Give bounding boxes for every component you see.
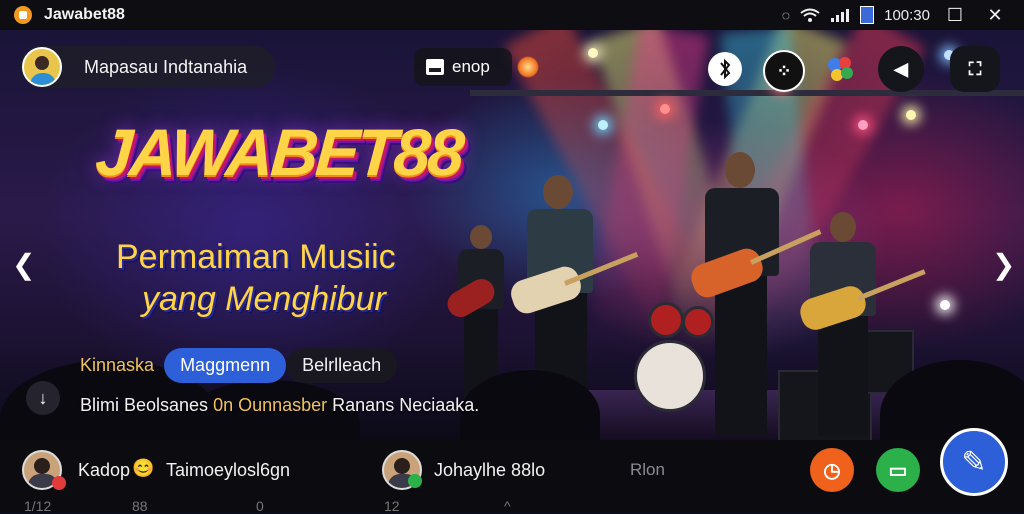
fullscreen-button[interactable]: ⛶ bbox=[950, 46, 1000, 92]
status-bar: Jawabet88 ◌ 100:30 ☐ ✕ bbox=[0, 0, 1024, 30]
profile-name: Mapasau Indtanahia bbox=[84, 56, 248, 77]
chat-button[interactable]: ▭ bbox=[876, 448, 920, 492]
wifi-icon bbox=[800, 8, 820, 22]
fullscreen-icon: ⛶ bbox=[968, 58, 982, 79]
hero-title: JAWABET88 bbox=[93, 115, 465, 189]
app-icon bbox=[14, 6, 32, 24]
user1-caption: Taimoeylosl6gn bbox=[166, 460, 291, 480]
clock: 100:30 bbox=[884, 6, 930, 24]
bluetooth-icon bbox=[708, 52, 742, 86]
battery-icon bbox=[860, 6, 875, 24]
chevron-left-icon[interactable]: ❮ bbox=[12, 248, 35, 281]
edit-fab[interactable]: ✎ bbox=[940, 428, 1008, 496]
arrow-down-icon: ↓ bbox=[38, 387, 48, 408]
grid-button[interactable]: ⁘ bbox=[763, 50, 805, 92]
smile-icon: 😊 bbox=[132, 458, 155, 478]
tag-belrlleach[interactable]: Belrlleach bbox=[286, 347, 398, 383]
maps-button[interactable] bbox=[822, 50, 860, 88]
bluetooth-button[interactable] bbox=[706, 50, 744, 88]
hero-subtitle-line2: yang Menghibur bbox=[142, 280, 386, 318]
tag-row: Kinnaska Maggmenn Belrlleach bbox=[80, 347, 398, 383]
timer-icon: ◷ bbox=[823, 459, 841, 482]
caption-text-end: Ranans Neciaaka. bbox=[327, 395, 480, 415]
muted-label: Rlon bbox=[630, 460, 665, 479]
app-title: Jawabet88 bbox=[44, 6, 125, 23]
signal-icon bbox=[831, 9, 850, 22]
timer-button[interactable]: ◷ bbox=[810, 448, 854, 492]
caption-text: Blimi Beolsanes bbox=[80, 395, 214, 415]
hero-subtitle-line1: Permaiman Musiic bbox=[116, 238, 396, 276]
sync-icon: ◌ bbox=[781, 7, 791, 23]
profile-pill[interactable]: Mapasau Indtanahia bbox=[20, 46, 275, 88]
hero-caption: Blimi Beolsanes 0n Ounnasber Ranans Neci… bbox=[80, 395, 479, 416]
maps-icon bbox=[828, 57, 853, 81]
pencil-icon: ✎ bbox=[961, 445, 987, 479]
megaphone-icon: ◀ bbox=[894, 58, 908, 79]
tag-maggmenn[interactable]: Maggmenn bbox=[164, 347, 287, 383]
tag-kinnaska[interactable]: Kinnaska bbox=[80, 355, 154, 376]
hero-banner: Mapasau Indtanahia enop ⁘ ◀ ⛶ JAWABET88 … bbox=[0, 30, 1024, 440]
maximize-button[interactable]: ☐ bbox=[940, 5, 970, 26]
user1-name[interactable]: Kadop bbox=[78, 460, 130, 481]
shop-label: enop bbox=[452, 57, 490, 76]
grid-icon: ⁘ bbox=[776, 60, 792, 81]
download-button[interactable]: ↓ bbox=[26, 381, 60, 415]
live-badge bbox=[52, 476, 66, 490]
online-badge bbox=[408, 474, 422, 488]
shop-icon bbox=[426, 59, 444, 75]
status-icons: ◌ 100:30 ☐ ✕ bbox=[782, 0, 1024, 30]
chevron-right-icon[interactable]: ❯ bbox=[992, 248, 1015, 281]
caption-highlight: 0n Ounnasber bbox=[213, 395, 328, 415]
close-button[interactable]: ✕ bbox=[980, 5, 1010, 26]
chat-icon: ▭ bbox=[888, 459, 908, 482]
avatar[interactable] bbox=[22, 47, 62, 87]
shop-button[interactable]: enop bbox=[414, 48, 512, 86]
megaphone-button[interactable]: ◀ bbox=[878, 46, 924, 92]
stage-light-icon bbox=[517, 56, 539, 78]
user2-name[interactable]: Johaylhe 88lo bbox=[434, 460, 545, 481]
bottom-bar: Kadop 😊 Taimoeylosl6gn Johaylhe 88lo Rlo… bbox=[0, 440, 1024, 514]
